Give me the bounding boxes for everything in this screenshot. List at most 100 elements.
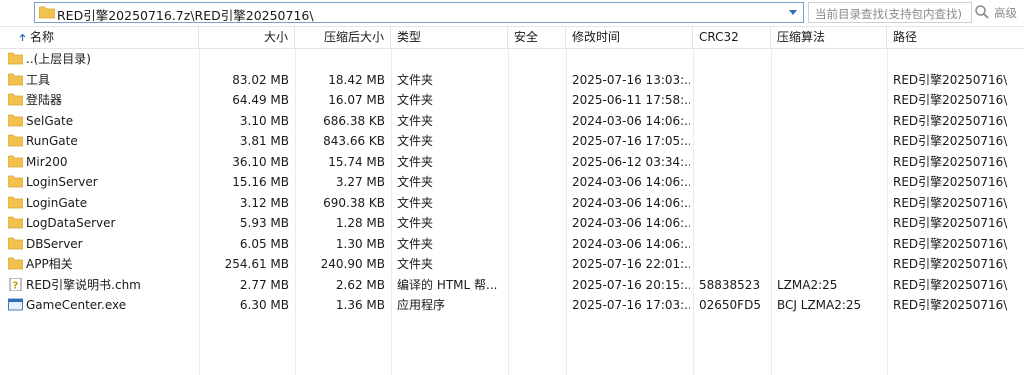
column-header-path[interactable]: 路径 (887, 27, 1024, 48)
cell-method (777, 131, 885, 151)
cell-modified: 2025-07-16 20:15:... (572, 277, 690, 292)
cell-size: 2.77 MB (239, 277, 289, 292)
column-header-packed-size[interactable]: 压缩后大小 (295, 27, 391, 48)
cell-size: 3.81 MB (239, 134, 289, 148)
search-placeholder: 当前目录查找(支持包内查找) (815, 7, 962, 21)
file-row[interactable]: 工具 83.02 MB 18.42 MB 文件夹 2025-07-16 13:03:..… (0, 70, 1024, 90)
file-row[interactable]: Mir200 36.10 MB 15.74 MB 文件夹 2025-06-12 03:3… (0, 152, 1024, 172)
folder-icon (8, 114, 23, 126)
cell-size: 15.16 MB (232, 175, 289, 189)
file-row[interactable]: APP相关 254.61 MB 240.90 MB 文件夹 2025-07-16 22:… (0, 254, 1024, 274)
cell-packed: 686.38 KB (323, 113, 385, 128)
cell-crc (699, 152, 769, 172)
column-header-type[interactable]: 类型 (391, 27, 508, 48)
file-name: GameCenter.exe (26, 298, 127, 312)
file-name: 工具 (26, 72, 51, 87)
cell-crc (699, 131, 769, 151)
file-name: Mir200 (26, 154, 68, 169)
cell-method (777, 90, 885, 110)
file-name: ..(上层目录) (26, 52, 91, 66)
cell-crc (699, 234, 769, 254)
cell-path: RED引擎20250716\ (893, 72, 1008, 87)
cell-size: 36.10 MB (232, 154, 289, 169)
cell-modified: 2024-03-06 14:06:... (572, 195, 690, 210)
cell-crc (699, 111, 769, 131)
file-name: RED引擎说明书.chm (26, 277, 141, 292)
cell-type (397, 49, 505, 69)
cell-packed: 1.36 MB (335, 298, 385, 312)
cell-path: RED引擎20250716\ (893, 93, 1008, 107)
cell-type: 文件夹 (397, 72, 434, 87)
svg-text:?: ? (13, 280, 19, 291)
cell-packed: 18.42 MB (328, 72, 385, 87)
file-row[interactable]: 登陆器 64.49 MB 16.07 MB 文件夹 2025-06-11 17:58:.… (0, 90, 1024, 110)
cell-security (514, 213, 564, 233)
folder-icon (8, 155, 23, 167)
address-field[interactable]: RED引擎20250716.7z\RED引擎20250716\ (34, 2, 804, 23)
cell-path: RED引擎20250716\ (893, 236, 1008, 251)
folder-icon (8, 216, 23, 229)
cell-size: 83.02 MB (232, 72, 289, 87)
file-row[interactable]: DBServer 6.05 MB 1.30 MB 文件夹 2024-03-06 14:0… (0, 234, 1024, 254)
cell-crc: 58838523 (699, 277, 761, 292)
cell-type: 文件夹 (397, 93, 434, 107)
cell-crc (699, 213, 769, 233)
cell-crc (699, 90, 769, 110)
cell-crc (699, 70, 769, 90)
column-header-name[interactable]: 名称 (0, 27, 199, 48)
column-header-size[interactable]: 大小 (199, 27, 295, 48)
file-name: APP相关 (26, 257, 73, 271)
advanced-search-button[interactable]: 高级 (994, 5, 1017, 21)
cell-type: 应用程序 (397, 298, 446, 312)
cell-path: RED引擎20250716\ (893, 277, 1008, 292)
cell-path: RED引擎20250716\ (893, 113, 1008, 128)
cell-packed: 690.38 KB (323, 195, 385, 210)
cell-crc: 02650FD5 (699, 298, 761, 312)
cell-path: RED引擎20250716\ (893, 154, 1008, 169)
search-icon[interactable] (974, 4, 990, 20)
cell-path: RED引擎20250716\ (893, 298, 1008, 312)
cell-method (777, 213, 885, 233)
cell-security (514, 111, 564, 131)
cell-type: 文件夹 (397, 257, 434, 271)
cell-packed: 1.30 MB (335, 236, 385, 251)
file-row[interactable]: LoginGate 3.12 MB 690.38 KB 文件夹 2024-03-06 1… (0, 193, 1024, 213)
file-name: LoginGate (26, 195, 88, 210)
address-path: RED引擎20250716.7z\RED引擎20250716\ (57, 8, 314, 23)
search-input[interactable]: 当前目录查找(支持包内查找) (808, 2, 972, 23)
cell-method (777, 111, 885, 131)
column-header-modified[interactable]: 修改时间 (566, 27, 693, 48)
cell-type: 文件夹 (397, 134, 434, 148)
cell-security (514, 152, 564, 172)
column-header-security[interactable]: 安全 (508, 27, 566, 48)
file-row[interactable]: LoginServer 15.16 MB 3.27 MB 文件夹 2024-03-06 … (0, 172, 1024, 192)
column-header-crc32[interactable]: CRC32 (693, 27, 771, 48)
cell-modified: 2025-07-16 17:05:... (572, 134, 690, 148)
folder-icon (8, 237, 23, 249)
parent-dir-row[interactable]: ..(上层目录) (0, 49, 1024, 69)
cell-security (514, 275, 564, 295)
file-row[interactable]: GameCenter.exe 6.30 MB 1.36 MB 应用程序 2025-07-… (0, 295, 1024, 315)
file-row[interactable]: RunGate 3.81 MB 843.66 KB 文件夹 2025-07-16 17:… (0, 131, 1024, 151)
cell-size: 254.61 MB (224, 257, 289, 271)
exe-app-icon (8, 298, 23, 311)
cell-size: 6.30 MB (239, 298, 289, 312)
folder-icon (8, 73, 23, 85)
folder-icon (39, 6, 55, 19)
column-header-method[interactable]: 压缩算法 (771, 27, 887, 48)
cell-modified: 2025-07-16 22:01:... (572, 257, 690, 271)
chevron-down-icon[interactable] (787, 6, 799, 18)
cell-crc (699, 193, 769, 213)
cell-security (514, 70, 564, 90)
file-row[interactable]: ? RED引擎说明书.chm 2.77 MB 2.62 MB 编译的 HTML 帮...… (0, 275, 1024, 295)
cell-method: LZMA2:25 (777, 277, 838, 292)
file-row[interactable]: SelGate 3.10 MB 686.38 KB 文件夹 2024-03-06 14:… (0, 111, 1024, 131)
cell-security (514, 90, 564, 110)
column-header: 名称 大小 压缩后大小 类型 安全 修改时间 CRC32 压缩算法 路径 (0, 27, 1024, 49)
file-row[interactable]: LogDataServer 5.93 MB 1.28 MB 文件夹 2024-03-06… (0, 213, 1024, 233)
cell-packed: 2.62 MB (335, 277, 385, 292)
cell-packed: 1.28 MB (335, 216, 385, 230)
cell-method (777, 234, 885, 254)
cell-path: RED引擎20250716\ (893, 134, 1008, 148)
folder-up-icon (8, 52, 23, 65)
